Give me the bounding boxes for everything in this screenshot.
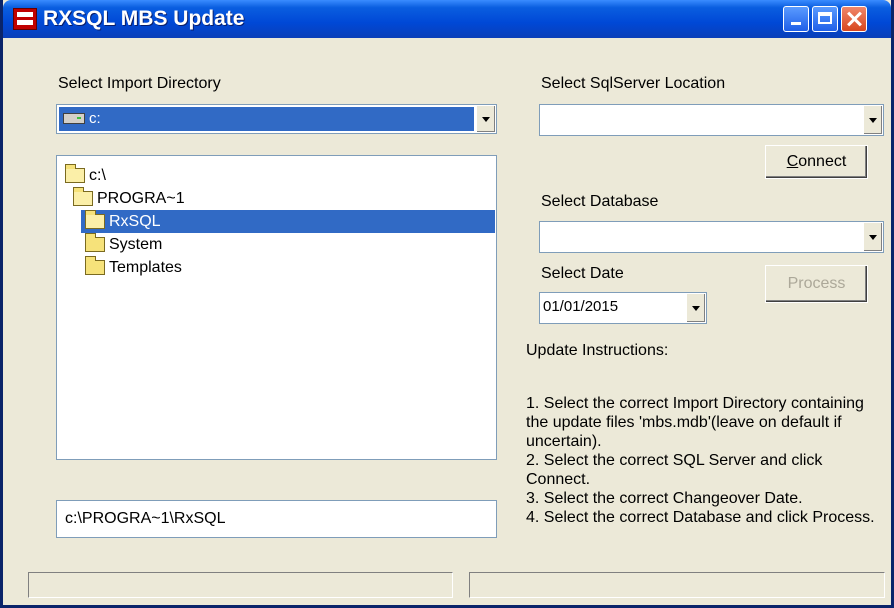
dir-label: RxSQL bbox=[109, 213, 161, 230]
drive-icon bbox=[63, 113, 85, 124]
folder-icon bbox=[85, 256, 105, 275]
dir-row-rxsql[interactable]: RxSQL bbox=[81, 210, 495, 233]
dir-row-templates[interactable]: Templates bbox=[85, 256, 285, 279]
instruction-step: 1. Select the correct Import Directory c… bbox=[526, 395, 864, 450]
instructions-list: 1. Select the correct Import Directory c… bbox=[526, 394, 876, 527]
maximize-button[interactable] bbox=[812, 6, 838, 32]
process-button[interactable]: Process bbox=[765, 265, 868, 303]
open-folder-icon bbox=[73, 187, 93, 206]
folder-icon bbox=[85, 233, 105, 252]
drive-value: c: bbox=[89, 110, 101, 127]
instruction-step: 3. Select the correct Changeover Date. bbox=[526, 490, 803, 507]
chevron-down-icon[interactable] bbox=[476, 106, 495, 132]
instruction-step: 2. Select the correct SQL Server and cli… bbox=[526, 452, 823, 488]
app-window: RXSQL MBS Update Select Import Directory… bbox=[0, 0, 894, 608]
dir-row-progra[interactable]: PROGRA~1 bbox=[63, 187, 263, 210]
dir-row-root[interactable]: c:\ bbox=[63, 164, 263, 187]
dir-label: System bbox=[109, 236, 163, 253]
date-value: 01/01/2015 bbox=[543, 298, 619, 315]
dir-row-system[interactable]: System bbox=[85, 233, 285, 256]
connect-button[interactable]: Connect bbox=[765, 145, 868, 179]
minimize-icon bbox=[791, 22, 801, 25]
dir-label: PROGRA~1 bbox=[97, 190, 185, 207]
date-picker[interactable]: 01/01/2015 bbox=[539, 292, 707, 324]
import-path-field[interactable]: c:\PROGRA~1\RxSQL bbox=[56, 500, 497, 538]
connect-label-rest: onnect bbox=[798, 153, 847, 170]
status-panel-left bbox=[28, 572, 453, 598]
chevron-down-icon[interactable] bbox=[863, 106, 882, 134]
sqlserver-select[interactable] bbox=[539, 104, 884, 136]
close-icon bbox=[842, 7, 866, 31]
chevron-down-icon[interactable] bbox=[686, 294, 705, 322]
chevron-down-icon[interactable] bbox=[863, 223, 882, 251]
date-label: Select Date bbox=[541, 265, 624, 282]
drive-select[interactable]: c: bbox=[56, 104, 497, 134]
window-title: RXSQL MBS Update bbox=[43, 7, 245, 30]
title-bar[interactable]: RXSQL MBS Update bbox=[3, 0, 891, 38]
directory-tree[interactable]: c:\ PROGRA~1 RxSQL System Templates bbox=[56, 155, 497, 460]
close-button[interactable] bbox=[841, 6, 867, 32]
database-select[interactable] bbox=[539, 221, 884, 253]
import-directory-label: Select Import Directory bbox=[58, 75, 221, 92]
status-panel-right bbox=[469, 572, 885, 598]
minimize-button[interactable] bbox=[783, 6, 809, 32]
maximize-icon bbox=[818, 12, 832, 24]
drive-selected-value: c: bbox=[59, 107, 474, 131]
database-label: Select Database bbox=[541, 193, 659, 210]
open-folder-icon bbox=[65, 164, 85, 183]
dir-label: Templates bbox=[109, 259, 182, 276]
connect-mnemonic: C bbox=[786, 153, 799, 170]
sqlserver-location-label: Select SqlServer Location bbox=[541, 75, 726, 92]
app-logo-icon bbox=[13, 8, 37, 30]
open-folder-icon bbox=[85, 210, 105, 229]
dir-label: c:\ bbox=[89, 167, 106, 184]
instruction-step: 4. Select the correct Database and click… bbox=[526, 509, 875, 526]
instructions-title: Update Instructions: bbox=[526, 342, 669, 359]
